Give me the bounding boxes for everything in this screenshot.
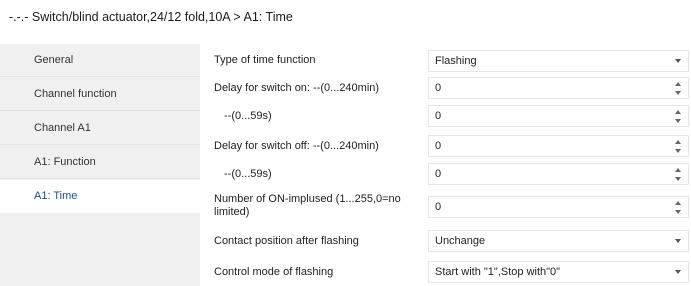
sidebar-item-label: General	[34, 54, 74, 66]
chevron-down-icon	[675, 59, 681, 63]
spinner-arrows-icon[interactable]	[675, 140, 682, 153]
param-label-time-function-type: Type of time function	[214, 54, 316, 66]
param-label-delay-on-min: Delay for switch on: --(0...240min)	[214, 82, 380, 94]
contact-position-dropdown[interactable]: Unchange	[428, 230, 689, 252]
sidebar-item-a1-time[interactable]: A1: Time	[0, 180, 200, 213]
chevron-down-icon	[675, 270, 681, 274]
window-title: -.-.- Switch/blind actuator,24/12 fold,1…	[0, 0, 691, 34]
spinner-arrows-icon[interactable]	[675, 201, 682, 214]
spinner-arrows-icon[interactable]	[675, 110, 682, 123]
sidebar-item-a1-function[interactable]: A1: Function	[0, 146, 200, 179]
sidebar-item-label: A1: Function	[34, 156, 96, 168]
delay-on-min-spinner[interactable]: 0	[428, 77, 689, 99]
delay-off-min-spinner[interactable]: 0	[428, 135, 689, 157]
param-label-delay-off-sec: --(0...59s)	[224, 168, 272, 180]
spinner-value: 0	[435, 110, 442, 122]
on-pulse-count-spinner[interactable]: 0	[428, 196, 689, 218]
sidebar: General Channel function Channel A1 A1: …	[0, 44, 200, 286]
param-label-on-pulse-count: Number of ON-implused (1...255,0=no limi…	[214, 193, 401, 218]
sidebar-item-label: Channel function	[34, 88, 117, 100]
spinner-value: 0	[435, 140, 442, 152]
param-label-contact-position: Contact position after flashing	[214, 235, 359, 247]
param-label-delay-on-sec: --(0...59s)	[224, 110, 272, 122]
sidebar-item-label: A1: Time	[34, 190, 78, 202]
spinner-value: 0	[435, 168, 442, 180]
parameter-panel: Type of time function Flashing Delay for…	[200, 44, 691, 286]
spinner-value: 0	[435, 82, 442, 94]
sidebar-item-general[interactable]: General	[0, 44, 200, 77]
spinner-arrows-icon[interactable]	[675, 168, 682, 181]
param-label-delay-off-min: Delay for switch off: --(0...240min)	[214, 140, 379, 152]
dropdown-value: Flashing	[435, 55, 477, 67]
spinner-value: 0	[435, 201, 442, 213]
chevron-down-icon	[675, 239, 681, 243]
param-label-flash-control-mode: Control mode of flashing	[214, 266, 334, 278]
time-function-type-dropdown[interactable]: Flashing	[428, 50, 689, 72]
sidebar-item-channel-a1[interactable]: Channel A1	[0, 112, 200, 145]
delay-on-sec-spinner[interactable]: 0	[428, 105, 689, 127]
window-title-text: -.-.- Switch/blind actuator,24/12 fold,1…	[9, 10, 293, 24]
sidebar-item-label: Channel A1	[34, 122, 91, 134]
delay-off-sec-spinner[interactable]: 0	[428, 163, 689, 185]
flash-control-mode-dropdown[interactable]: Start with "1",Stop with"0"	[428, 261, 689, 283]
spinner-arrows-icon[interactable]	[675, 82, 682, 95]
sidebar-item-channel-function[interactable]: Channel function	[0, 78, 200, 111]
dropdown-value: Unchange	[435, 235, 486, 247]
dropdown-value: Start with "1",Stop with"0"	[435, 266, 561, 278]
